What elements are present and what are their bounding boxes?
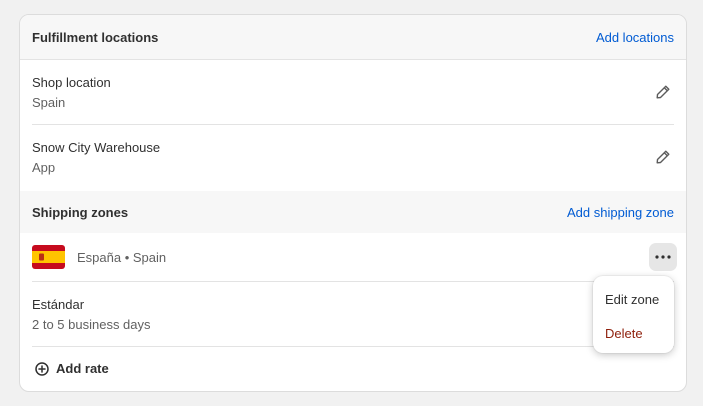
- fulfillment-locations-title: Fulfillment locations: [32, 29, 159, 45]
- add-rate-button[interactable]: Add rate: [35, 361, 109, 376]
- divider: [32, 281, 674, 282]
- location-row-shop: Shop location Spain: [32, 75, 674, 110]
- pencil-icon: [656, 150, 670, 164]
- divider: [32, 124, 674, 125]
- shipping-zones-header: Shipping zones Add shipping zone: [20, 191, 686, 233]
- add-locations-link[interactable]: Add locations: [596, 30, 674, 45]
- zone-more-actions-button[interactable]: [649, 243, 677, 271]
- delete-zone-menu-item[interactable]: Delete: [593, 318, 674, 348]
- plus-circle-icon: [35, 361, 49, 376]
- location-name: Shop location: [32, 75, 111, 90]
- edit-location-button[interactable]: [652, 146, 674, 168]
- divider: [32, 346, 674, 347]
- fulfillment-locations-header: Fulfillment locations Add locations: [20, 15, 686, 60]
- edit-location-button[interactable]: [652, 81, 674, 103]
- shipping-zones-title: Shipping zones: [32, 204, 129, 220]
- rate-name: Estándar: [32, 297, 85, 312]
- flag-band-top: [32, 245, 65, 251]
- add-rate-label: Add rate: [56, 361, 109, 376]
- location-name: Snow City Warehouse: [32, 140, 161, 155]
- flag-emblem: [39, 253, 44, 261]
- shipping-settings-card: Fulfillment locations Add locations Shop…: [19, 14, 687, 392]
- flag-band-middle: [32, 251, 65, 263]
- rate-detail: 2 to 5 business days: [32, 317, 151, 332]
- add-shipping-zone-link[interactable]: Add shipping zone: [567, 205, 674, 220]
- location-detail: Spain: [32, 95, 66, 110]
- rate-row[interactable]: Estándar 2 to 5 business days: [32, 297, 674, 332]
- zone-actions-menu: Edit zone Delete: [593, 276, 674, 353]
- more-horizontal-icon: [655, 255, 671, 259]
- edit-zone-menu-item[interactable]: Edit zone: [593, 284, 674, 314]
- location-detail: App: [32, 160, 56, 175]
- spain-flag-icon: [32, 245, 65, 269]
- pencil-icon: [656, 85, 670, 99]
- zone-name: España • Spain: [77, 250, 167, 265]
- location-row-warehouse: Snow City Warehouse App: [32, 140, 674, 175]
- flag-band-bottom: [32, 263, 65, 269]
